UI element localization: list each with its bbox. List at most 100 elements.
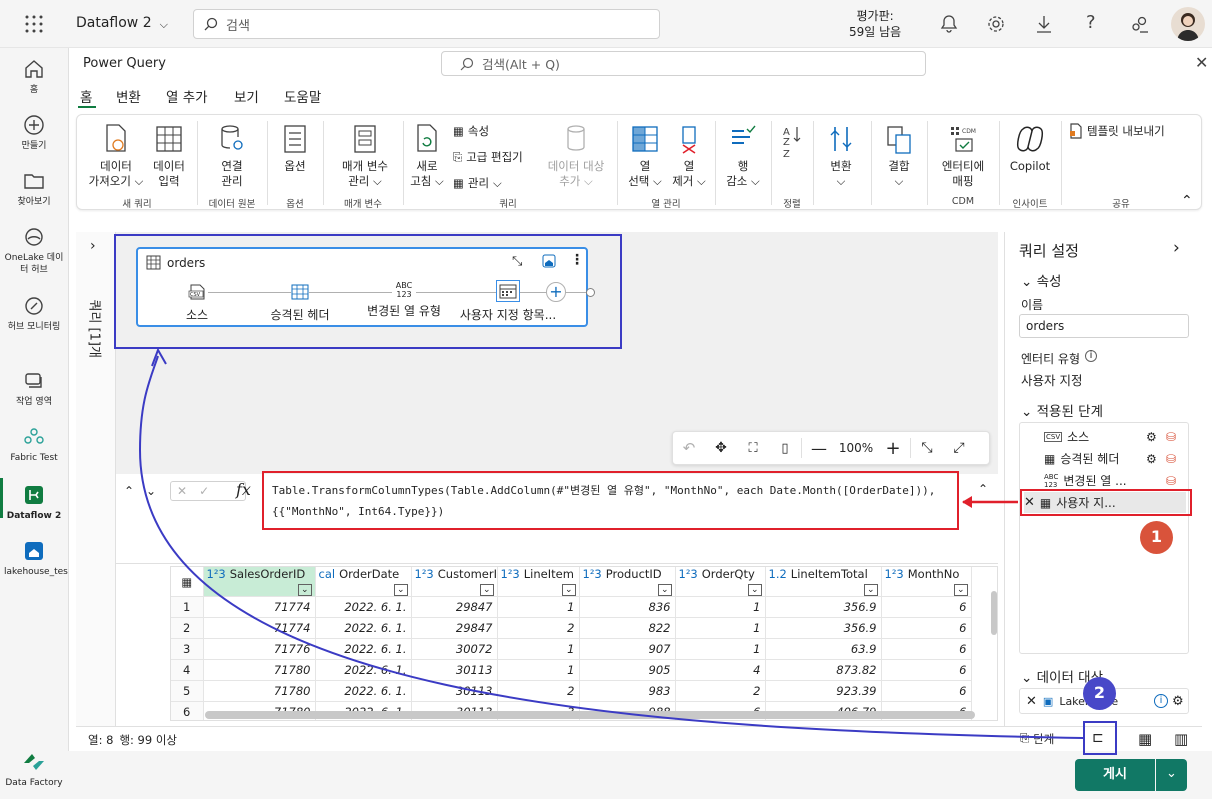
tab-add-column[interactable]: 열 추가 <box>166 86 208 106</box>
column-filter-icon[interactable]: ⌄ <box>561 584 576 596</box>
table-cell[interactable]: 356.9 <box>765 596 882 618</box>
column-header[interactable]: 1²3CustomerID ⌄ <box>411 567 498 597</box>
publish-button[interactable]: 게시 <box>1075 759 1155 791</box>
tab-transform[interactable]: 변환 <box>116 86 141 106</box>
table-row[interactable]: 1 71774 2022. 6. 1. 29847 1 836 1 356.9 6 <box>171 596 972 618</box>
trial-status[interactable]: 평가판: 59일 남음 <box>849 8 901 40</box>
tab-view[interactable]: 보기 <box>234 86 259 106</box>
table-cell[interactable]: 356.9 <box>765 617 882 639</box>
column-filter-icon[interactable]: ⌄ <box>393 584 408 596</box>
table-cell[interactable]: 30113 <box>411 659 498 681</box>
enter-data-button[interactable]: 데이터 입력 <box>147 123 191 189</box>
tab-help[interactable]: 도움말 <box>284 86 321 106</box>
table-cell[interactable]: 1 <box>497 638 580 660</box>
column-filter-icon[interactable]: ⌄ <box>657 584 672 596</box>
table-cell[interactable]: 836 <box>579 596 676 618</box>
applied-step-changed-type[interactable]: ABC 123 변경된 열 ... ⛁ <box>1024 470 1186 491</box>
rail-item-onelake[interactable]: OneLake 데이터 허브 <box>0 226 68 276</box>
bell-icon[interactable] <box>940 14 958 37</box>
table-cell[interactable]: 6 <box>881 596 972 618</box>
cancel-icon[interactable]: ✕ <box>177 484 187 498</box>
combine-button[interactable]: 결합 ⌵ <box>877 123 921 189</box>
choose-columns-button[interactable]: 열 선택 ⌵ <box>623 123 667 189</box>
expand-all-icon[interactable]: ⤢ <box>943 440 975 456</box>
column-type-icon[interactable]: 1²3 <box>885 567 904 581</box>
column-header[interactable]: 1²3 OrderQty ⌄ <box>675 567 766 597</box>
rail-item-monitor[interactable]: 허브 모니터링 <box>0 295 68 333</box>
collapse-all-icon[interactable]: ⤡ <box>911 440 943 456</box>
download-icon[interactable] <box>1035 14 1053 37</box>
table-cell[interactable]: 6 <box>881 680 972 702</box>
table-cell[interactable]: 1 <box>675 638 766 660</box>
gear-icon[interactable]: ⚙ <box>1146 452 1157 466</box>
rail-item-create[interactable]: 만들기 <box>0 114 68 152</box>
collapse-ribbon-icon[interactable]: ⌃ <box>1181 193 1193 209</box>
pan-icon[interactable]: ✥ <box>705 440 737 456</box>
gear-icon[interactable]: ⚙ <box>1146 430 1157 444</box>
select-all-icon[interactable]: ▦ <box>171 567 204 597</box>
get-data-button[interactable]: 데이터 가져오기 ⌵ <box>85 123 147 189</box>
table-cell[interactable]: 2022. 6. 1. <box>315 638 412 660</box>
vertical-scrollbar[interactable] <box>991 591 997 635</box>
column-header[interactable]: 1²3 LineItem ⌄ <box>497 567 580 597</box>
table-cell[interactable]: 63.9 <box>765 638 882 660</box>
reduce-rows-button[interactable]: 행 감소 ⌵ <box>719 123 767 189</box>
step-view-button[interactable]: ⎘ 단계 <box>1020 731 1054 747</box>
share-feedback-icon[interactable] <box>1130 14 1150 37</box>
pq-search-input[interactable]: 검색(Alt + Q) <box>441 51 926 76</box>
manage-connections-button[interactable]: 연결 관리 <box>203 123 261 189</box>
check-icon[interactable]: ✓ <box>199 484 209 498</box>
column-filter-icon[interactable]: ⌄ <box>747 584 762 596</box>
column-header[interactable]: 1²3 MonthNo ⌄ <box>881 567 972 597</box>
manage-parameters-button[interactable]: 매개 변수 관리 ⌵ <box>329 123 401 189</box>
table-cell[interactable]: 2 <box>675 680 766 702</box>
add-data-destination-button[interactable]: 데이터 대상 추가 ⌵ <box>543 123 609 189</box>
rail-item-home[interactable]: 홈 <box>0 58 68 96</box>
column-type-icon[interactable]: 1²3 <box>501 567 520 581</box>
info-icon[interactable]: i <box>1154 694 1168 708</box>
global-search-input[interactable]: 검색 <box>193 9 660 39</box>
table-cell[interactable]: 1 <box>675 617 766 639</box>
table-cell[interactable]: 2022. 6. 1. <box>315 596 412 618</box>
applied-steps-section[interactable]: ⌄ 적용된 단계 <box>1021 400 1103 420</box>
fit-view-icon[interactable]: ⛶ <box>737 441 769 456</box>
collapse-formula-icon[interactable]: ⌃ <box>978 482 988 496</box>
rail-item-browse[interactable]: 찾아보기 <box>0 170 68 208</box>
table-cell[interactable]: 2022. 6. 1. <box>315 617 412 639</box>
table-cell[interactable]: 923.39 <box>765 680 882 702</box>
avatar[interactable] <box>1171 7 1205 41</box>
table-cell[interactable]: 29847 <box>411 596 498 618</box>
table-cell[interactable]: 30072 <box>411 638 498 660</box>
close-icon[interactable]: ✕ <box>1195 53 1208 72</box>
app-launcher-icon[interactable] <box>24 14 44 37</box>
chevron-down-icon[interactable]: ⌄ <box>146 484 156 498</box>
table-cell[interactable]: 6 <box>881 638 972 660</box>
grid-view-icon[interactable]: ▦ <box>1138 730 1152 748</box>
rail-item-fabric-test[interactable]: Fabric Test <box>0 426 68 464</box>
table-cell[interactable]: 71776 <box>203 638 316 660</box>
table-cell[interactable]: 1 <box>497 596 580 618</box>
column-header[interactable]: 1²3 SalesOrderID ⌄ <box>203 567 316 597</box>
column-type-icon[interactable]: 1²3 <box>583 567 602 581</box>
publish-dropdown-icon[interactable]: ⌄ <box>1156 759 1187 791</box>
table-row[interactable]: 2 71774 2022. 6. 1. 29847 2 822 1 356.9 6 <box>171 617 972 639</box>
rail-item-data-factory[interactable]: Data Factory <box>0 751 68 789</box>
table-cell[interactable]: 4 <box>675 659 766 681</box>
column-type-icon[interactable]: 1.2 <box>769 567 787 581</box>
table-row[interactable]: 3 71776 2022. 6. 1. 30072 1 907 1 63.9 6 <box>171 638 972 660</box>
table-cell[interactable]: 2 <box>497 617 580 639</box>
gear-icon[interactable] <box>986 14 1006 37</box>
column-header[interactable]: cal OrderDate ⌄ <box>315 567 412 597</box>
table-cell[interactable]: 983 <box>579 680 676 702</box>
rail-item-lakehouse[interactable]: lakehouse_test2 <box>0 540 77 578</box>
help-icon[interactable]: ? <box>1086 12 1096 33</box>
column-header[interactable]: 1²3 ProductID ⌄ <box>579 567 676 597</box>
schema-view-icon[interactable]: ▥ <box>1174 730 1188 748</box>
column-header[interactable]: 1.2 LineItemTotal ⌄ <box>765 567 882 597</box>
table-cell[interactable]: 873.82 <box>765 659 882 681</box>
table-cell[interactable]: 1 <box>497 659 580 681</box>
applied-step-promoted-headers[interactable]: ▦ 승격된 헤더 ⚙ ⛁ <box>1024 448 1186 469</box>
table-cell[interactable]: 907 <box>579 638 676 660</box>
export-template-button[interactable]: 템플릿 내보내기 <box>1069 123 1165 139</box>
table-cell[interactable]: 71774 <box>203 617 316 639</box>
